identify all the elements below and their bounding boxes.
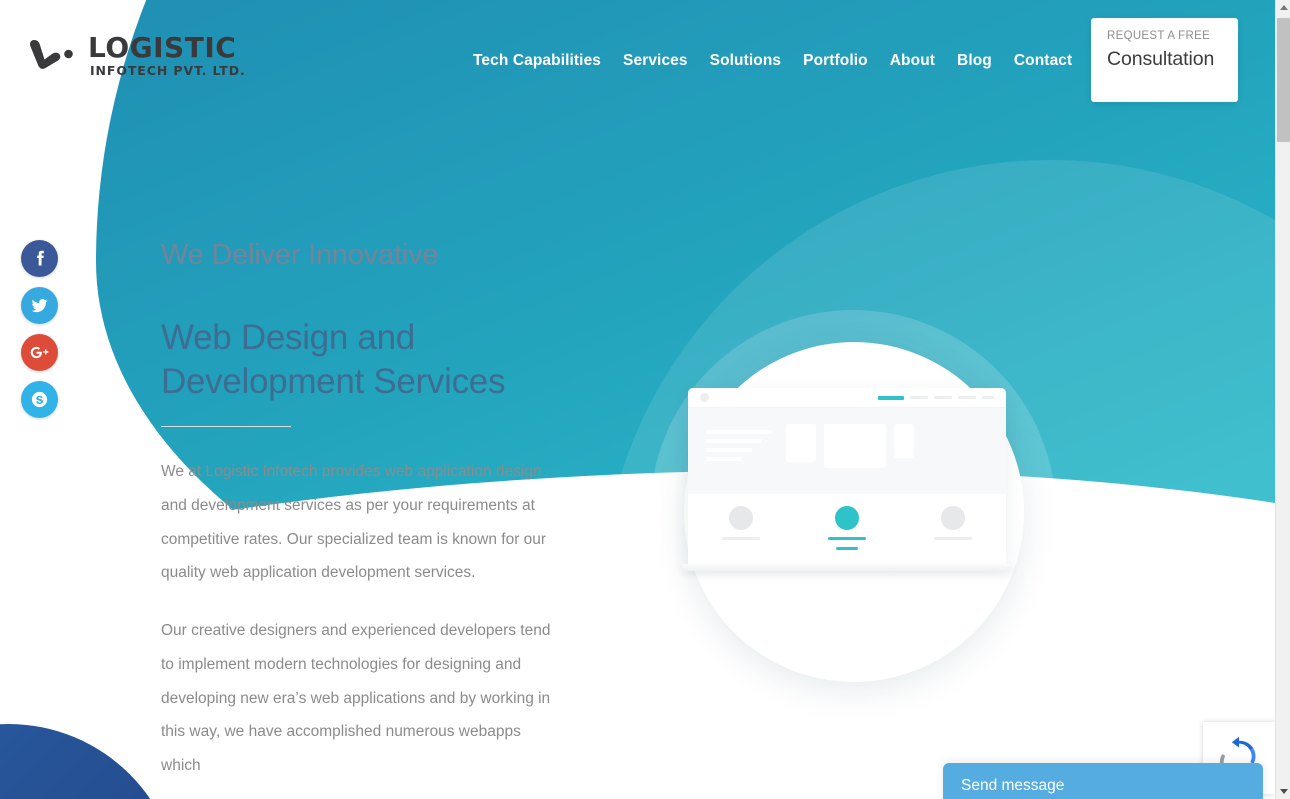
mock-feature-icon xyxy=(941,506,965,530)
site-header: LOGISTIC INFOTECH PVT. LTD. Tech Capabil… xyxy=(0,0,1275,120)
mock-nav-tab xyxy=(958,396,976,399)
mock-feature xyxy=(922,506,984,540)
google-plus-share-button[interactable] xyxy=(21,334,58,371)
social-share-rail xyxy=(21,240,58,418)
mock-text-line xyxy=(706,430,772,434)
mock-nav-tab xyxy=(910,396,928,399)
logo-title: LOGISTIC xyxy=(88,31,237,64)
mock-features-section xyxy=(688,494,1006,564)
nav-contact[interactable]: Contact xyxy=(1003,48,1083,74)
page-title: Web Design and Development Services xyxy=(161,317,506,401)
mock-feature-icon xyxy=(729,506,753,530)
mock-hero-section xyxy=(688,408,1006,494)
mock-card-group xyxy=(786,424,914,468)
request-consultation-button[interactable]: REQUEST A FREE Consultation xyxy=(1091,18,1238,102)
hero-content: We Deliver Innovative Web Design and Dev… xyxy=(161,238,561,783)
cta-eyebrow: REQUEST A FREE xyxy=(1107,30,1211,42)
nav-about[interactable]: About xyxy=(879,48,946,74)
skype-icon xyxy=(30,390,49,409)
mock-feature-icon-active xyxy=(835,506,859,530)
mock-feature-bar xyxy=(722,537,760,540)
mock-avatar-dot xyxy=(700,393,709,402)
mock-text-line xyxy=(706,439,763,443)
laptop-graphic xyxy=(682,388,1018,571)
mock-browser-topbar xyxy=(688,388,1006,408)
nav-tech-capabilities[interactable]: Tech Capabilities xyxy=(462,48,612,74)
laptop-base xyxy=(682,564,1012,571)
twitter-icon xyxy=(30,296,49,315)
scrollbar-thumb[interactable] xyxy=(1277,18,1290,142)
mock-nav-active-tab xyxy=(878,395,904,400)
mock-feature xyxy=(710,506,772,540)
hero-paragraph-2: Our creative designers and experienced d… xyxy=(161,622,551,775)
mock-nav-tab xyxy=(982,396,994,399)
mock-text-line xyxy=(706,457,743,461)
scroll-down-arrow-icon[interactable] xyxy=(1276,784,1290,799)
skype-share-button[interactable] xyxy=(21,381,58,418)
hero-divider xyxy=(161,425,291,427)
mock-text-lines xyxy=(706,424,772,461)
laptop-website-illustration xyxy=(650,310,1060,720)
mock-card xyxy=(786,424,816,462)
nav-solutions[interactable]: Solutions xyxy=(699,48,793,74)
mock-feature-bar-active xyxy=(836,547,858,550)
mock-nav-tab xyxy=(934,396,952,399)
scroll-up-arrow-icon[interactable] xyxy=(1276,0,1290,15)
nav-blog[interactable]: Blog xyxy=(946,48,1003,74)
cta-label: Consultation xyxy=(1107,48,1215,70)
site-logo[interactable]: LOGISTIC INFOTECH PVT. LTD. xyxy=(28,34,246,78)
page-canvas: LOGISTIC INFOTECH PVT. LTD. Tech Capabil… xyxy=(0,0,1275,799)
hero-paragraph-1: We at Logistic Infotech provides web app… xyxy=(161,462,547,582)
mock-feature-active xyxy=(816,506,878,550)
main-navigation: Tech Capabilities Services Solutions Por… xyxy=(462,48,1083,74)
browser-viewport: LOGISTIC INFOTECH PVT. LTD. Tech Capabil… xyxy=(0,0,1290,799)
logo-text: LOGISTIC INFOTECH PVT. LTD. xyxy=(88,34,246,78)
nav-portfolio[interactable]: Portfolio xyxy=(792,48,879,74)
nav-services[interactable]: Services xyxy=(612,48,699,74)
hero-eyebrow: We Deliver Innovative xyxy=(161,239,439,271)
mock-card xyxy=(824,424,886,468)
vertical-scrollbar[interactable] xyxy=(1275,0,1290,799)
chat-widget-label: Send message xyxy=(961,777,1065,794)
google-plus-icon xyxy=(29,342,50,363)
mock-card xyxy=(894,424,914,458)
mock-feature-bar xyxy=(934,537,972,540)
mock-text-line xyxy=(706,448,753,452)
send-message-chat-widget[interactable]: Send message xyxy=(943,763,1263,799)
facebook-icon xyxy=(30,249,49,268)
mock-feature-bar-active xyxy=(828,537,866,540)
logistic-checkmark-icon xyxy=(28,36,80,76)
mock-nav-items xyxy=(878,395,994,400)
laptop-screen xyxy=(688,388,1006,564)
facebook-share-button[interactable] xyxy=(21,240,58,277)
twitter-share-button[interactable] xyxy=(21,287,58,324)
logo-subtitle: INFOTECH PVT. LTD. xyxy=(90,63,246,78)
